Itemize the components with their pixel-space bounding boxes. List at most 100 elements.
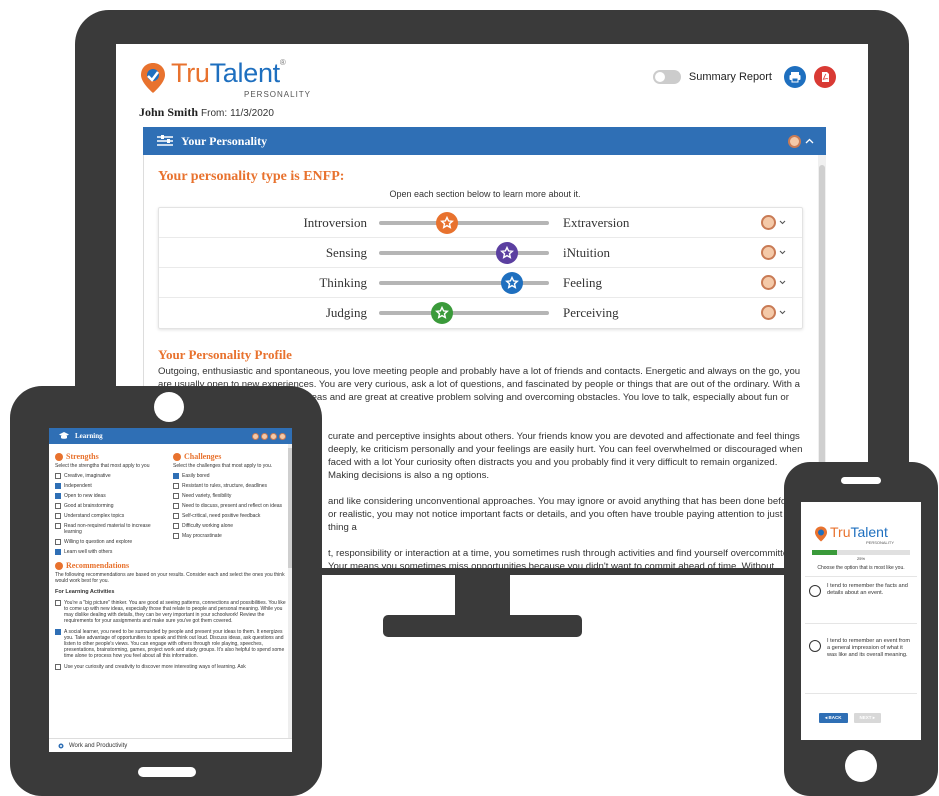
checkbox-item[interactable]: Open to new ideas bbox=[55, 493, 167, 499]
print-button[interactable] bbox=[784, 66, 806, 88]
checkbox-item[interactable]: Read non-required material to increase l… bbox=[55, 523, 167, 535]
checkbox[interactable] bbox=[173, 523, 179, 529]
checkbox[interactable] bbox=[173, 503, 179, 509]
scale-row[interactable]: Introversion Extraversion bbox=[159, 208, 802, 238]
work-productivity-header[interactable]: Work and Productivity bbox=[49, 738, 292, 752]
checkbox-label: Understand complex topics bbox=[64, 513, 125, 519]
radio-button[interactable] bbox=[809, 585, 821, 597]
recommendations-subtitle: For Learning Activities bbox=[55, 589, 115, 595]
checkbox-item[interactable]: Understand complex topics bbox=[55, 513, 167, 519]
checkbox-item[interactable]: Willing to question and explore bbox=[55, 539, 167, 545]
recommendations-description: The following recommendations are based … bbox=[55, 572, 285, 584]
chevron-up-icon[interactable] bbox=[805, 138, 814, 144]
checkbox[interactable] bbox=[55, 523, 61, 529]
phone-speaker bbox=[841, 477, 881, 484]
checkbox[interactable] bbox=[55, 503, 61, 509]
personality-panel-title: Your Personality bbox=[181, 133, 268, 148]
checkbox-label: Resistant to rules, structure, deadlines bbox=[182, 483, 268, 489]
chevron-down-icon bbox=[779, 250, 786, 255]
checkbox[interactable] bbox=[55, 483, 61, 489]
checkbox-label: A social learner, you need to be surroun… bbox=[64, 629, 285, 659]
checkbox-label: Use your curiosity and creativity to dis… bbox=[64, 664, 246, 670]
checkbox-label: Willing to question and explore bbox=[64, 539, 133, 545]
profile-title: Your Personality Profile bbox=[158, 347, 292, 362]
pdf-button[interactable] bbox=[814, 66, 836, 88]
checkbox[interactable] bbox=[55, 549, 61, 555]
strengths-challenges: Strengths Select the strengths that most… bbox=[49, 444, 292, 555]
summary-report-toggle[interactable] bbox=[652, 70, 681, 84]
challenges-list: Easily bored Resistant to rules, structur… bbox=[173, 473, 285, 539]
personality-panel-header[interactable]: Your Personality bbox=[143, 127, 826, 155]
monitor-stand bbox=[383, 615, 582, 637]
answer-option[interactable]: I tend to remember an event from a gener… bbox=[805, 632, 917, 694]
checkbox-item[interactable]: Self-critical, need positive feedback bbox=[173, 513, 285, 519]
checkbox[interactable] bbox=[173, 473, 179, 479]
checkbox[interactable] bbox=[55, 473, 61, 479]
checkbox-label: Read non-required material to increase l… bbox=[64, 523, 151, 535]
checkbox-item[interactable]: Need to discuss, present and reflect on … bbox=[173, 503, 285, 509]
checkbox-item[interactable]: Difficulty working alone bbox=[173, 523, 285, 529]
checkbox-item[interactable]: Learn well with others bbox=[55, 549, 167, 555]
checkbox[interactable] bbox=[173, 533, 179, 539]
radio-button[interactable] bbox=[809, 640, 821, 652]
checkbox[interactable] bbox=[173, 493, 179, 499]
scale-row[interactable]: Thinking Feeling bbox=[159, 268, 802, 298]
chevron-down-icon bbox=[779, 310, 786, 315]
brand-wordmark-small: TruTalent bbox=[830, 524, 888, 540]
checkbox-item[interactable]: You're a "big picture" thinker. You are … bbox=[55, 600, 286, 624]
brand-subtitle-small: PERSONALITY bbox=[866, 540, 895, 545]
star-marker-icon bbox=[430, 302, 453, 324]
checkbox[interactable] bbox=[173, 483, 179, 489]
scale-track bbox=[379, 212, 549, 234]
scale-left-label: Sensing bbox=[325, 244, 367, 260]
summary-report-label: Summary Report bbox=[688, 71, 772, 83]
learning-title: Learning bbox=[75, 432, 103, 440]
scale-expand-control[interactable] bbox=[761, 275, 786, 290]
brand-wordmark: TruTalent® bbox=[171, 58, 286, 89]
phone-device: TruTalent PERSONALITY 25% Choose the opt… bbox=[784, 462, 938, 796]
checkbox-item[interactable]: A social learner, you need to be surroun… bbox=[55, 629, 286, 659]
checkbox[interactable] bbox=[55, 629, 61, 635]
checkbox-label: Need to discuss, present and reflect on … bbox=[182, 503, 283, 509]
answer-option[interactable]: I tend to remember the facts and details… bbox=[805, 576, 917, 624]
checkbox-item[interactable]: May procrastinate bbox=[173, 533, 285, 539]
gear-icon bbox=[58, 743, 64, 748]
tablet-home-button bbox=[138, 767, 196, 777]
checkbox-label: May procrastinate bbox=[182, 533, 222, 539]
scale-right-label: Perceiving bbox=[563, 305, 619, 320]
checkbox-item[interactable]: Need variety, flexibility bbox=[173, 493, 285, 499]
medal-icon bbox=[252, 432, 259, 440]
tablet-scrollbar[interactable] bbox=[288, 444, 292, 738]
progress-label: 25% bbox=[857, 556, 866, 561]
strengths-description: Select the strengths that most apply to … bbox=[55, 463, 150, 469]
recommendation-icon bbox=[55, 561, 63, 570]
checkbox-item[interactable]: Resistant to rules, structure, deadlines bbox=[173, 483, 285, 489]
user-name: John Smith bbox=[139, 105, 199, 119]
checkbox-item[interactable]: Good at brainstorming bbox=[55, 503, 167, 509]
checkbox[interactable] bbox=[55, 600, 61, 606]
tablet-screen: Learning Strengths Select the strengths … bbox=[49, 428, 292, 752]
checkbox[interactable] bbox=[55, 513, 61, 519]
checkbox-item[interactable]: Easily bored bbox=[173, 473, 285, 479]
next-button[interactable]: NEXT ▸ bbox=[853, 713, 882, 723]
checkbox[interactable] bbox=[55, 539, 61, 545]
scale-row[interactable]: Judging Perceiving bbox=[159, 298, 802, 328]
scale-expand-control[interactable] bbox=[761, 305, 786, 320]
checkbox[interactable] bbox=[55, 664, 61, 670]
recommendations-section: Recommendations The following recommenda… bbox=[49, 555, 292, 670]
checkbox[interactable] bbox=[173, 513, 179, 519]
work-productivity-title: Work and Productivity bbox=[69, 742, 128, 749]
scale-expand-control[interactable] bbox=[761, 245, 786, 260]
checkbox-item[interactable]: Independent bbox=[55, 483, 167, 489]
user-line: John Smith From: 11/3/2020 bbox=[139, 105, 274, 120]
scale-track bbox=[379, 302, 549, 324]
learning-header[interactable]: Learning bbox=[49, 428, 292, 444]
scale-row[interactable]: Sensing iNtuition bbox=[159, 238, 802, 268]
scale-expand-control[interactable] bbox=[761, 215, 786, 230]
checkbox[interactable] bbox=[55, 493, 61, 499]
checkbox-item[interactable]: Creative, imaginative bbox=[55, 473, 167, 479]
challenges-column: Challenges Select the challenges that mo… bbox=[173, 452, 285, 555]
back-button[interactable]: ◂ BACK bbox=[819, 713, 848, 723]
checkbox-item[interactable]: Use your curiosity and creativity to dis… bbox=[55, 664, 286, 670]
progress-fill bbox=[812, 550, 837, 555]
